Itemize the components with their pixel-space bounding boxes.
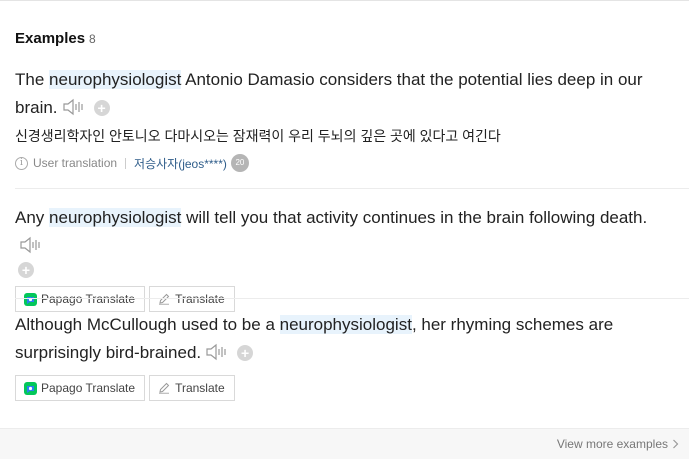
separator [125,157,127,169]
examples-footer: View more examples [0,428,689,459]
example-item: Any neurophysiologist will tell you that… [15,204,675,312]
speaker-icon[interactable] [62,97,86,116]
papago-translate-label: Papago Translate [41,292,136,306]
translate-button[interactable]: Translate [149,286,235,312]
papago-icon [24,292,37,306]
translate-buttons: Papago Translate Translate [15,375,675,401]
example-sentence: Any neurophysiologist will tell you that… [15,204,675,260]
translate-buttons: Papago Translate Translate [15,286,675,312]
example-item: The neurophysiologist Antonio Damasio co… [15,66,675,172]
user-link[interactable]: 저승사자(jeos****) [134,155,227,172]
papago-translate-button[interactable]: Papago Translate [15,375,146,401]
translation-meta: i User translation 저승사자(jeos****) 20 [15,154,675,172]
divider [15,188,689,189]
highlighted-term[interactable]: neurophysiologist [279,315,412,334]
view-more-label: View more examples [556,437,668,451]
plus-icon[interactable]: + [237,345,254,361]
translate-label: Translate [175,381,225,395]
pencil-icon [159,382,170,394]
example-sentence: The neurophysiologist Antonio Damasio co… [15,66,675,122]
source-label: User translation [33,156,118,170]
example-sentence: Although McCullough used to be a neuroph… [15,311,675,367]
chevron-right-icon [673,439,679,449]
section-title: Examples [15,30,86,47]
papago-translate-button[interactable]: Papago Translate [15,286,146,312]
papago-icon [24,381,37,395]
sentence-text: The [15,70,50,89]
divider [15,298,689,299]
highlighted-term[interactable]: neurophysiologist [49,70,182,89]
papago-translate-label: Papago Translate [41,381,136,395]
pencil-icon [159,293,170,305]
examples-header: Examples 8 [15,30,96,47]
highlighted-term[interactable]: neurophysiologist [49,208,182,227]
user-badge: 20 [230,154,249,172]
info-icon: i [15,156,28,170]
speaker-icon[interactable] [19,235,43,254]
translate-label: Translate [175,292,225,306]
examples-count: 8 [89,32,96,46]
example-translation: 신경생리학자인 안토니오 다마시오는 잠재력이 우리 두뇌의 깊은 곳에 있다고… [15,128,501,144]
plus-icon[interactable]: + [18,262,34,278]
translate-button[interactable]: Translate [149,375,235,401]
sentence-text: Any [15,208,50,227]
sentence-text: will tell you that activity continues in… [181,208,648,227]
view-more-examples-link[interactable]: View more examples [557,437,679,451]
example-item: Although McCullough used to be a neuroph… [15,311,675,401]
top-border [0,0,689,1]
sentence-text: Although McCullough used to be a [15,315,280,334]
speaker-icon[interactable] [205,342,229,361]
plus-icon[interactable]: + [93,100,110,116]
